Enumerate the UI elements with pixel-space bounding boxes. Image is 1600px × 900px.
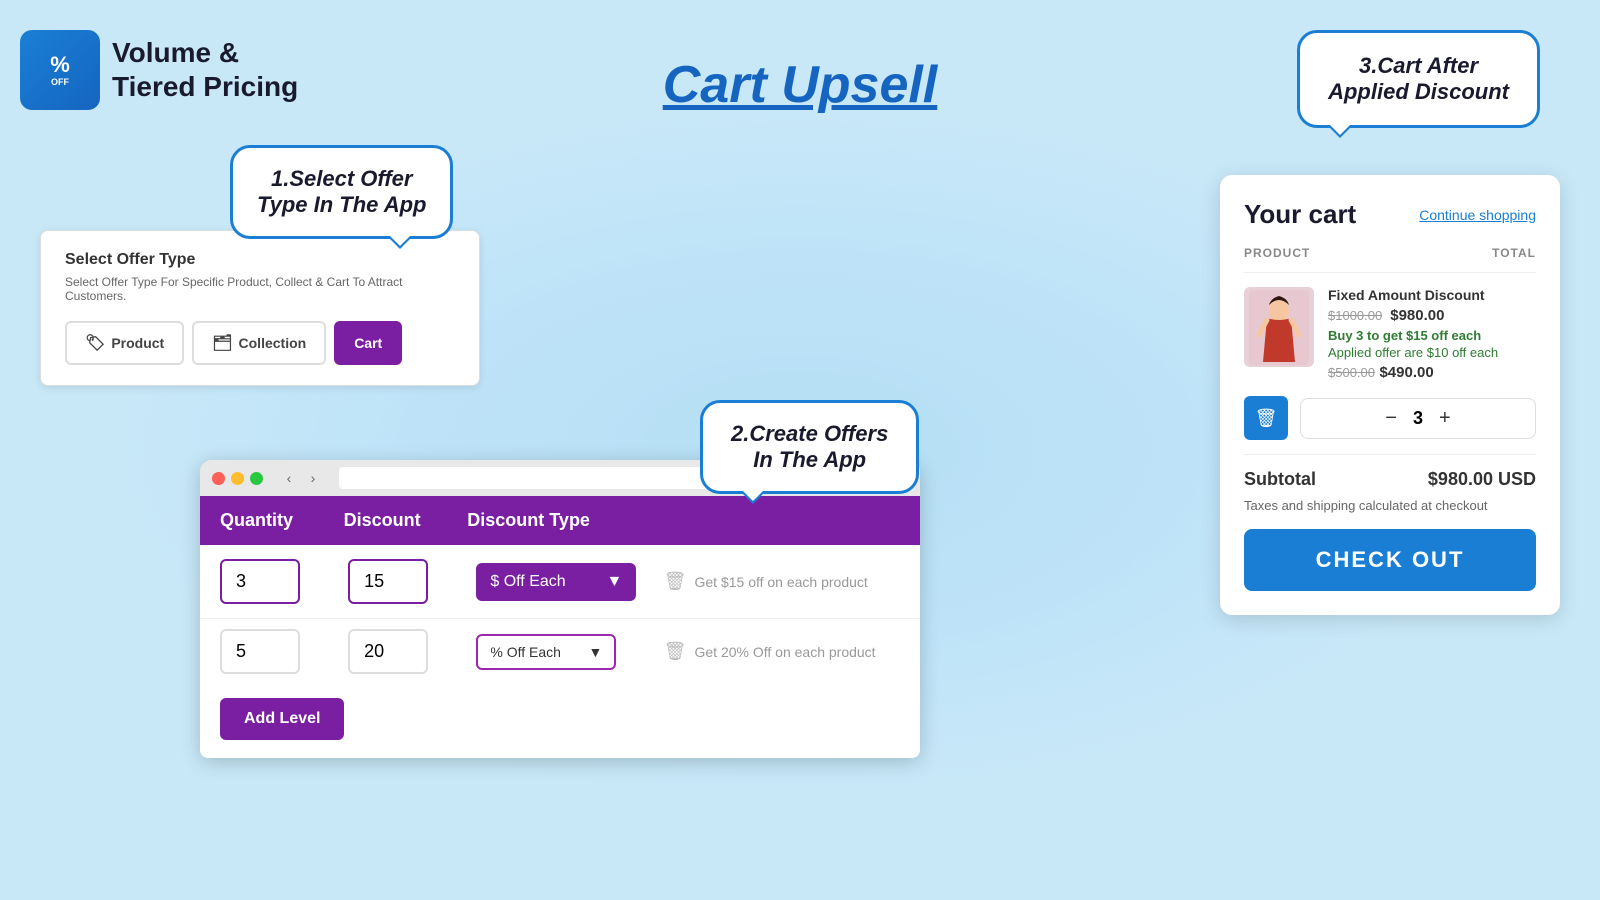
product-icon: 🏷 (85, 333, 105, 353)
speech-bubble-1: 1.Select OfferType In The App (230, 145, 453, 239)
table-row-1: $ Off Each ▼ 🗑 Get $15 off on each produ… (200, 545, 920, 619)
cart-price-after: $490.00 (1379, 364, 1433, 381)
cart-item-details: Fixed Amount Discount $1000.00 $980.00 B… (1328, 287, 1536, 382)
bubble3-text: 3.Cart AfterApplied Discount (1328, 53, 1509, 104)
cart-title: Your cart (1244, 199, 1356, 230)
discount-type-2-label: % Off Each (490, 644, 561, 660)
browser-content: Quantity Discount Discount Type $ Off Ea… (200, 496, 920, 758)
trash-icon-2[interactable]: 🗑 (664, 641, 687, 662)
cart-price-before: $500.00 (1328, 365, 1375, 380)
speech-bubble-2: 2.Create OffersIn The App (700, 400, 919, 494)
row2-description: 🗑 Get 20% Off on each product (664, 641, 900, 662)
col-discount-type: Discount Type (467, 510, 652, 531)
subtotal-label: Subtotal (1244, 469, 1316, 490)
discount-type-select-1[interactable]: $ Off Each ▼ (476, 563, 636, 601)
logo-off-label: OFF (50, 78, 70, 87)
logo-line1: Volume & (112, 36, 298, 70)
app-logo: % OFF (20, 30, 100, 110)
col-discount: Discount (344, 510, 468, 531)
cart-col-headers: PRODUCT TOTAL (1244, 246, 1536, 273)
offer-btn-product-label: Product (111, 335, 164, 351)
browser-maximize-btn[interactable] (250, 472, 263, 485)
row2-desc-text: Get 20% Off on each product (694, 644, 875, 660)
cart-applied-text: Applied offer are $10 off each (1328, 345, 1536, 360)
checkout-button[interactable]: CHECK OUT (1244, 529, 1536, 591)
col-header-total: TOTAL (1492, 246, 1536, 260)
row1-desc-text: Get $15 off on each product (694, 574, 867, 590)
continue-shopping-link[interactable]: Continue shopping (1419, 207, 1536, 223)
cart-divider (1244, 454, 1536, 455)
discount-type-select-2[interactable]: % Off Each ▼ (476, 634, 616, 670)
dropdown-arrow-2: ▼ (589, 644, 603, 660)
qty-input-1[interactable] (220, 559, 300, 604)
bubble2-text: 2.Create OffersIn The App (731, 421, 888, 472)
cart-delete-button[interactable]: 🗑 (1244, 396, 1288, 440)
offer-btn-collection[interactable]: 🗂 Collection (192, 321, 326, 365)
add-level-button[interactable]: Add Level (220, 698, 344, 740)
logo-percent-icon: % (50, 54, 70, 76)
cart-item-original-price: $1000.00 (1328, 308, 1382, 323)
trash-icon-1[interactable]: 🗑 (664, 571, 687, 592)
table-row-2: % Off Each ▼ 🗑 Get 20% Off on each produ… (200, 619, 920, 684)
offer-type-panel: Select Offer Type Select Offer Type For … (40, 230, 480, 386)
qty-decrease-button[interactable]: − (1385, 407, 1397, 430)
offer-btn-cart-label: Cart (354, 335, 382, 351)
subtotal-value: $980.00 USD (1428, 469, 1536, 490)
browser-close-btn[interactable] (212, 472, 225, 485)
browser-forward-btn[interactable]: › (303, 468, 323, 488)
qty-increase-button[interactable]: + (1439, 407, 1451, 430)
discount-table: Quantity Discount Discount Type $ Off Ea… (200, 496, 920, 684)
browser-window: ‹ › Quantity Discount Discount Type $ Of… (200, 460, 920, 758)
cart-qty-controls: 🗑 − 3 + (1244, 396, 1536, 440)
qty-input-2[interactable] (220, 629, 300, 674)
cart-item-discounted-price: $980.00 (1390, 307, 1444, 324)
collection-icon: 🗂 (212, 333, 232, 353)
bubble1-text: 1.Select OfferType In The App (257, 166, 426, 217)
cart-item: Fixed Amount Discount $1000.00 $980.00 B… (1244, 287, 1536, 382)
row1-description: 🗑 Get $15 off on each product (664, 571, 900, 592)
discount-input-1[interactable] (348, 559, 428, 604)
app-name: Volume & Tiered Pricing (112, 36, 298, 103)
browser-back-btn[interactable]: ‹ (279, 468, 299, 488)
col-quantity: Quantity (220, 510, 344, 531)
cart-item-name: Fixed Amount Discount (1328, 287, 1536, 303)
cart-subtotal: Subtotal $980.00 USD (1244, 469, 1536, 490)
discount-input-2[interactable] (348, 629, 428, 674)
qty-value: 3 (1413, 408, 1423, 429)
offer-btn-collection-label: Collection (239, 335, 307, 351)
col-header-product: PRODUCT (1244, 246, 1310, 260)
cart-header: Your cart Continue shopping (1244, 199, 1536, 230)
page-title: Cart Upsell (663, 55, 938, 115)
qty-control-box: − 3 + (1300, 398, 1536, 439)
speech-bubble-3: 3.Cart AfterApplied Discount (1297, 30, 1540, 128)
browser-nav: ‹ › (279, 468, 323, 488)
cart-item-image (1244, 287, 1314, 367)
app-header: % OFF Volume & Tiered Pricing (20, 30, 298, 110)
cart-panel: Your cart Continue shopping PRODUCT TOTA… (1220, 175, 1560, 615)
offer-btn-product[interactable]: 🏷 Product (65, 321, 184, 365)
cart-offer-text: Buy 3 to get $15 off each (1328, 328, 1536, 343)
browser-minimize-btn[interactable] (231, 472, 244, 485)
offer-type-subtitle: Select Offer Type For Specific Product, … (65, 275, 455, 303)
discount-type-1-label: $ Off Each (490, 573, 565, 591)
dropdown-arrow-1: ▼ (607, 573, 623, 591)
offer-type-buttons: 🏷 Product 🗂 Collection Cart (65, 321, 455, 365)
table-header: Quantity Discount Discount Type (200, 496, 920, 545)
cart-tax-note: Taxes and shipping calculated at checkou… (1244, 498, 1536, 513)
product-image-svg (1249, 290, 1309, 365)
col-empty (653, 510, 900, 531)
offer-btn-cart[interactable]: Cart (334, 321, 402, 365)
logo-line2: Tiered Pricing (112, 70, 298, 104)
